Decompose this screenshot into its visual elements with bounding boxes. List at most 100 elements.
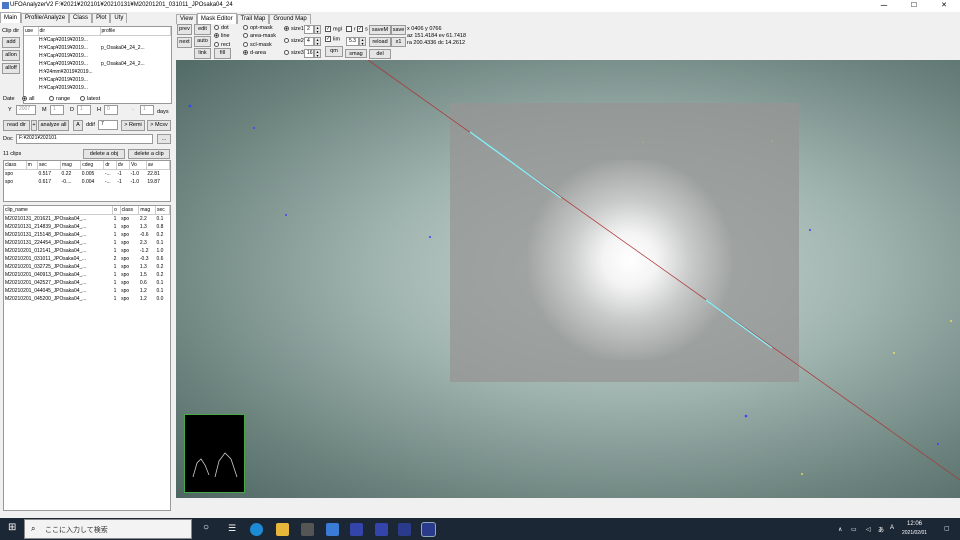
column-header[interactable]: sec	[155, 206, 170, 215]
edge-icon[interactable]	[250, 523, 263, 536]
dir-row[interactable]: H:¥Cap¥2019¥2019...	[24, 36, 171, 45]
tab-mask-editor[interactable]: Mask Editor	[196, 13, 237, 24]
tab-plot[interactable]: Plot	[92, 13, 111, 23]
alloff-button[interactable]: alloff	[2, 63, 20, 74]
column-header[interactable]: Vo	[129, 161, 147, 170]
smag-button[interactable]: smag	[345, 49, 367, 58]
size2-spinner[interactable]: ▴ ▾	[314, 37, 321, 46]
clip-row[interactable]: M20210201_044045_JPOsaka04_... 1 spo 1.2 0.1	[4, 287, 170, 295]
clip-row[interactable]: M20210131_214839_JPOsaka04_... 1 spo 1.3 0.8	[4, 223, 170, 231]
mode-line-radio[interactable]: line	[214, 33, 230, 39]
mcsv-button[interactable]: > Mcsv	[147, 120, 171, 131]
days-input[interactable]: 1	[140, 105, 154, 115]
area-mask-radio[interactable]: area-mask	[243, 33, 276, 39]
s-checkbox[interactable]: ✓ s	[357, 26, 368, 32]
ddif-input[interactable]: 7	[98, 120, 118, 130]
read-dir-button[interactable]: read dir	[3, 120, 30, 131]
size2-input[interactable]: 4	[304, 37, 314, 46]
column-header[interactable]: cdeg	[80, 161, 105, 170]
maximize-button[interactable]: ☐	[900, 0, 928, 12]
allon-button[interactable]: allon	[2, 50, 20, 61]
ufo-analyzer-icon[interactable]	[375, 523, 388, 536]
clock-time[interactable]: 12:06	[907, 521, 922, 527]
tab-uty[interactable]: Uty	[110, 13, 128, 23]
mode-dot-radio[interactable]: dot	[214, 25, 229, 31]
mail-icon[interactable]	[326, 523, 339, 536]
a-button[interactable]: A	[73, 120, 83, 131]
clock-date[interactable]: 2021/02/01	[902, 530, 927, 536]
clip-row[interactable]: M20210131_215148_JPOsaka04_... 1 spo -0.6 0.…	[4, 231, 170, 239]
taskbar-search[interactable]: ⌕ ここに入力して検索	[24, 519, 192, 539]
month-input[interactable]: 1	[50, 105, 64, 115]
column-header[interactable]: sec	[37, 161, 62, 170]
auto-button[interactable]: auto	[194, 36, 211, 47]
plus-button[interactable]: +	[31, 120, 37, 131]
delete-obj-button[interactable]: delete a obj	[83, 149, 125, 159]
volume-icon[interactable]: ◁	[866, 526, 871, 533]
explorer-icon[interactable]	[276, 523, 289, 536]
x1-button[interactable]: x1	[391, 37, 406, 47]
add-button[interactable]: add	[2, 37, 20, 48]
date-range-radio[interactable]: range	[49, 96, 70, 102]
network-icon[interactable]: ▭	[851, 526, 857, 533]
analyze-all-button[interactable]: analyze all	[38, 120, 69, 131]
clip-dir-list[interactable]: use dir profile H:¥Cap¥2019¥2019... H:¥Ca…	[23, 26, 172, 104]
clip-row[interactable]: M20210201_012141_JPOsaka04_... 1 spo -1.2 1.…	[4, 247, 170, 255]
year-input[interactable]: 2007	[16, 105, 36, 115]
object-row[interactable]: spo 0.517 0.22 0.005 -... -1 -1.0 22.81	[4, 170, 170, 179]
size3-spinner[interactable]: ▴ ▾	[314, 49, 321, 58]
size1-input[interactable]: 2	[304, 25, 314, 34]
r-checkbox[interactable]: r	[346, 26, 356, 32]
lim-checkbox[interactable]: ✓ lim	[325, 36, 340, 42]
clip-row[interactable]: M20210201_045200_JPOsaka04_... 1 spo 1.2 0.0	[4, 295, 170, 303]
column-header[interactable]: dr	[103, 161, 117, 170]
tray-chevron-icon[interactable]: ∧	[838, 526, 842, 533]
task-view-icon[interactable]: ○	[203, 522, 209, 533]
clip-row[interactable]: M20210201_042527_JPOsaka04_... 1 spo 0.6 0.1	[4, 279, 170, 287]
clip-row[interactable]: M20210131_201621_JPOsaka04_... 1 spo 2.2 0.1	[4, 215, 170, 224]
clip-row[interactable]: M20210201_032725_JPOsaka04_... 1 spo 1.3 0.2	[4, 263, 170, 271]
reload-button[interactable]: reload	[369, 37, 391, 47]
dir-row[interactable]: H:¥Cap¥2019¥2019...	[24, 76, 171, 84]
size3-input[interactable]: 16	[304, 49, 314, 58]
d-area-radio[interactable]: d-area	[243, 50, 266, 56]
zoom-spinner[interactable]: ▴ ▾	[359, 37, 366, 46]
size2-radio[interactable]: size2	[284, 38, 304, 44]
size1-spinner[interactable]: ▴ ▾	[314, 25, 321, 34]
column-header[interactable]: class	[120, 206, 140, 215]
remi-button[interactable]: > Remi	[121, 120, 145, 131]
dir-row[interactable]: H:¥Cap¥2019¥2019... p_Osaka04_24_2...	[24, 44, 171, 52]
clip-row[interactable]: M20210201_040913_JPOsaka04_... 1 spo 1.5 0.2	[4, 271, 170, 279]
tab-view[interactable]: View	[176, 14, 197, 24]
object-list[interactable]: class m sec mag cdeg dr dv Vo av spo 0.517 0.22 0.0…	[3, 160, 171, 202]
object-row[interactable]: spo 0.617 -0.... 0.004 -... -1 -1.0 19.87	[4, 178, 170, 186]
start-icon[interactable]: ⊞	[8, 522, 16, 533]
dir-row[interactable]: H:¥Cap¥2019¥2019...	[24, 84, 171, 92]
size1-radio[interactable]: size1	[284, 26, 304, 32]
doc-browse-button[interactable]: ...	[157, 134, 171, 144]
savem-button[interactable]: saveM	[369, 25, 391, 35]
mode-rect-radio[interactable]: rect	[214, 42, 230, 48]
delete-clip-button[interactable]: delete a clip	[128, 149, 170, 159]
del-button[interactable]: del	[369, 49, 391, 59]
tab-main[interactable]: Main	[0, 12, 22, 23]
hour-input[interactable]: 0	[104, 105, 118, 115]
column-header[interactable]: o	[112, 206, 121, 215]
ufo-orbit-icon[interactable]	[398, 523, 411, 536]
date-all-radio[interactable]: all	[22, 96, 35, 102]
column-header[interactable]: class	[4, 161, 27, 170]
column-header[interactable]: mag	[60, 161, 82, 170]
dir-row[interactable]: H:¥Cap¥2019¥2019...	[24, 52, 171, 60]
dir-row[interactable]: H:¥Cap¥2019¥2019... p_Osaka04_24_2...	[24, 60, 171, 68]
column-header[interactable]: mag	[138, 206, 156, 215]
next-button[interactable]: next	[177, 37, 192, 48]
column-header[interactable]: av	[146, 161, 170, 170]
dir-row[interactable]: H:¥24mm¥2019¥2019...	[24, 68, 171, 76]
prev-button[interactable]: prev	[177, 24, 192, 35]
scl-mask-radio[interactable]: scl-mask	[243, 42, 272, 48]
mgl-checkbox[interactable]: ✓ mgl	[325, 26, 342, 32]
doc-input[interactable]: F:¥2021¥202101	[16, 134, 153, 144]
column-header[interactable]: m	[26, 161, 39, 170]
qm-button[interactable]: qm	[325, 46, 343, 57]
save-button[interactable]: save	[391, 25, 406, 35]
